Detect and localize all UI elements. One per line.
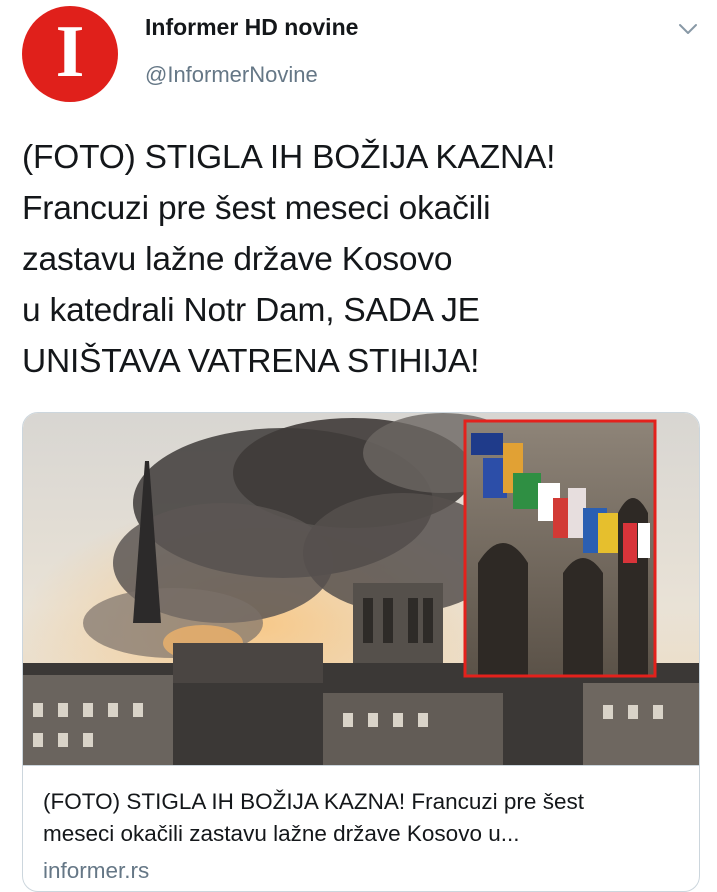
card-title: (FOTO) STIGLA IH BOŽIJA KAZNA! Francuzi … bbox=[43, 786, 683, 850]
card-body[interactable]: (FOTO) STIGLA IH BOŽIJA KAZNA! Francuzi … bbox=[23, 765, 699, 891]
chevron-down-icon[interactable] bbox=[677, 18, 699, 40]
card-title-line: meseci okačili zastavu lažne države Koso… bbox=[43, 821, 520, 846]
tweet-line: zastavu lažne države Kosovo bbox=[22, 241, 453, 278]
avatar-logo-letter: I bbox=[55, 11, 85, 93]
card-domain: informer.rs bbox=[43, 858, 150, 883]
card-image[interactable] bbox=[23, 413, 699, 765]
tweet-line: UNIŠTAVA VATRENA STIHIJA! bbox=[22, 343, 480, 380]
account-handle[interactable]: @InformerNovine bbox=[145, 62, 318, 88]
account-name[interactable]: Informer HD novine bbox=[145, 14, 358, 41]
tweet-line: Francuzi pre šest meseci okačili bbox=[22, 190, 491, 227]
card-title-line: (FOTO) STIGLA IH BOŽIJA KAZNA! Francuzi … bbox=[43, 789, 584, 814]
avatar[interactable]: I bbox=[22, 6, 118, 102]
link-card[interactable]: (FOTO) STIGLA IH BOŽIJA KAZNA! Francuzi … bbox=[22, 412, 700, 892]
tweet-line: (FOTO) STIGLA IH BOŽIJA KAZNA! bbox=[22, 139, 556, 176]
tweet-text: (FOTO) STIGLA IH BOŽIJA KAZNA! Francuzi … bbox=[22, 132, 702, 387]
tweet-line: u katedrali Notr Dam, SADA JE bbox=[22, 292, 480, 329]
